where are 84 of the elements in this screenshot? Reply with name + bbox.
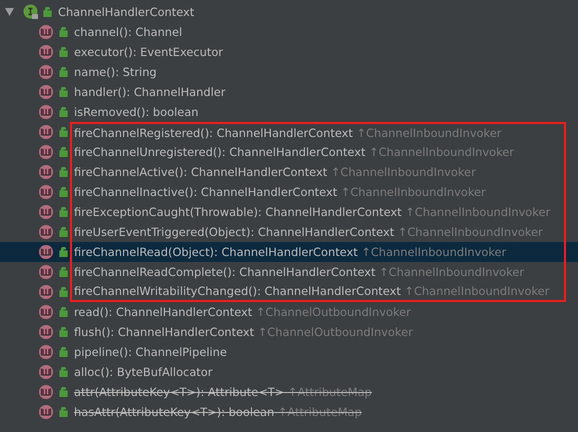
method-item[interactable]: fireChannelUnregistered(): ChannelHandlerContext ↑ChannelInboundInvoker	[0, 142, 578, 162]
method-item[interactable]: fireChannelReadComplete(): ChannelHandlerContext ↑ChannelInboundInvoker	[0, 262, 578, 282]
method-item[interactable]: fireChannelInactive(): ChannelHandlerContext ↑ChannelInboundInvoker	[0, 182, 578, 202]
lock-icon	[59, 107, 68, 117]
lock-icon	[59, 287, 68, 297]
method-item[interactable]: executor(): EventExecutor	[0, 42, 578, 62]
lock-icon	[59, 387, 68, 397]
method-item[interactable]: fireExceptionCaught(Throwable): ChannelHandlerContext ↑ChannelInboundInvoker	[0, 202, 578, 222]
method-icon	[38, 204, 54, 220]
method-signature: fireChannelActive(): ChannelHandlerContext ↑ChannelInboundInvoker	[74, 165, 476, 179]
method-signature: fireExceptionCaught(Throwable): ChannelHandlerContext ↑ChannelInboundInvoker	[74, 205, 550, 219]
lock-icon	[59, 347, 68, 357]
method-icon	[38, 184, 54, 200]
method-signature: attr(AttributeKey<T>): Attribute<T> ↑AttributeMap	[74, 385, 372, 399]
method-icon	[38, 404, 54, 420]
method-icon	[38, 24, 54, 40]
method-signature: fireChannelUnregistered(): ChannelHandlerContext ↑ChannelInboundInvoker	[74, 145, 514, 159]
method-signature: pipeline(): ChannelPipeline	[74, 345, 227, 359]
lock-icon	[59, 407, 68, 417]
method-item[interactable]: handler(): ChannelHandler	[0, 82, 578, 102]
method-icon	[38, 244, 54, 260]
lock-icon	[43, 7, 52, 17]
method-icon	[38, 224, 54, 240]
lock-icon	[59, 67, 68, 77]
method-icon	[38, 364, 54, 380]
method-signature: fireChannelReadComplete(): ChannelHandlerContext ↑ChannelInboundInvoker	[74, 265, 524, 279]
method-signature: name(): String	[74, 65, 157, 79]
method-signature: fireChannelRead(Object): ChannelHandlerContext ↑ChannelInboundInvoker	[74, 245, 506, 259]
lock-icon	[59, 247, 68, 257]
lock-icon	[59, 147, 68, 157]
method-icon	[38, 344, 54, 360]
method-icon	[38, 304, 54, 320]
method-icon	[38, 144, 54, 160]
method-signature: fireChannelInactive(): ChannelHandlerContext ↑ChannelInboundInvoker	[74, 185, 486, 199]
method-signature: read(): ChannelHandlerContext ↑ChannelOutboundInvoker	[74, 305, 411, 319]
method-icon	[38, 84, 54, 100]
lock-icon	[59, 87, 68, 97]
method-item[interactable]: alloc(): ByteBufAllocator	[0, 362, 578, 382]
method-icon	[38, 124, 54, 140]
lock-icon	[59, 307, 68, 317]
lock-icon	[59, 267, 68, 277]
method-item[interactable]: fireChannelActive(): ChannelHandlerContext ↑ChannelInboundInvoker	[0, 162, 578, 182]
method-signature: isRemoved(): boolean	[74, 105, 198, 119]
method-item[interactable]: fireChannelRead(Object): ChannelHandlerContext ↑ChannelInboundInvoker	[0, 242, 578, 262]
method-item[interactable]: name(): String	[0, 62, 578, 82]
lock-icon	[59, 227, 68, 237]
method-signature: fireUserEventTriggered(Object): ChannelHandlerContext ↑ChannelInboundInvoker	[74, 225, 543, 239]
method-signature: channel(): Channel	[74, 25, 182, 39]
interface-name: ChannelHandlerContext	[58, 5, 194, 19]
lock-icon	[59, 187, 68, 197]
method-signature: executor(): EventExecutor	[74, 45, 223, 59]
method-item[interactable]: fireChannelRegistered(): ChannelHandlerContext ↑ChannelInboundInvoker	[0, 122, 578, 142]
expand-arrow-icon[interactable]	[5, 8, 14, 16]
method-signature: handler(): ChannelHandler	[74, 85, 226, 99]
method-icon	[38, 284, 54, 300]
tree-root[interactable]: ChannelHandlerContext	[0, 2, 578, 22]
method-icon	[38, 384, 54, 400]
method-icon	[38, 264, 54, 280]
method-item[interactable]: pipeline(): ChannelPipeline	[0, 342, 578, 362]
lock-icon	[59, 207, 68, 217]
method-item[interactable]: read(): ChannelHandlerContext ↑ChannelOutboundInvoker	[0, 302, 578, 322]
lock-icon	[59, 27, 68, 37]
method-item[interactable]: isRemoved(): boolean	[0, 102, 578, 122]
interface-icon	[23, 4, 39, 20]
method-signature: hasAttr(AttributeKey<T>): boolean ↑AttributeMap	[74, 405, 362, 419]
method-signature: flush(): ChannelHandlerContext ↑ChannelOutboundInvoker	[74, 325, 413, 339]
lock-icon	[59, 127, 68, 137]
method-icon	[38, 104, 54, 120]
method-item[interactable]: flush(): ChannelHandlerContext ↑ChannelOutboundInvoker	[0, 322, 578, 342]
method-signature: fireChannelRegistered(): ChannelHandlerContext ↑ChannelInboundInvoker	[74, 126, 502, 140]
method-item[interactable]: channel(): Channel	[0, 22, 578, 42]
lock-icon	[59, 47, 68, 57]
lock-icon	[59, 167, 68, 177]
method-icon	[38, 44, 54, 60]
method-signature: alloc(): ByteBufAllocator	[74, 365, 212, 379]
method-item[interactable]: fireChannelWritabilityChanged(): ChannelHandlerContext ↑ChannelInboundInvoker	[0, 282, 578, 302]
method-item[interactable]: hasAttr(AttributeKey<T>): boolean ↑AttributeMap	[0, 402, 578, 422]
method-signature: fireChannelWritabilityChanged(): ChannelHandlerContext ↑ChannelInboundInvoker	[74, 284, 550, 298]
method-icon	[38, 324, 54, 340]
method-icon	[38, 164, 54, 180]
method-item[interactable]: attr(AttributeKey<T>): Attribute<T> ↑AttributeMap	[0, 382, 578, 402]
method-icon	[38, 64, 54, 80]
lock-icon	[59, 327, 68, 337]
lock-icon	[59, 367, 68, 377]
